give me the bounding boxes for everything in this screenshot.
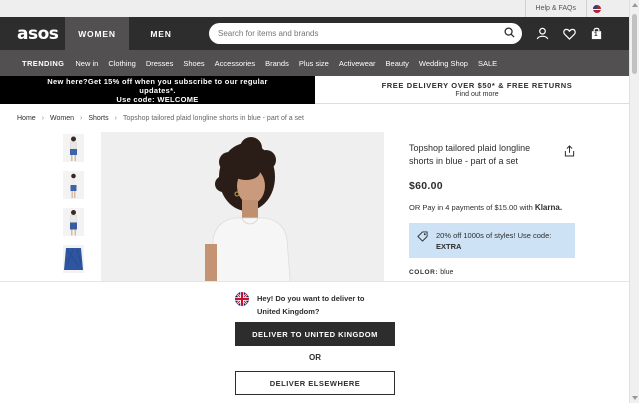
- scroll-up-icon[interactable]: [632, 3, 638, 7]
- nav-item-accessories[interactable]: Accessories: [215, 59, 255, 68]
- color-label: COLOR:: [409, 269, 439, 276]
- bag-count-badge: 1: [594, 31, 598, 38]
- free-delivery-title: FREE DELIVERY OVER $50* & FREE RETURNS: [381, 81, 573, 90]
- chevron-right-icon: ›: [41, 114, 45, 122]
- nav-item-clothing[interactable]: Clothing: [108, 59, 136, 68]
- delivery-question: Hey! Do you want to deliver to United Ki…: [235, 292, 365, 318]
- promo-line-2: updates*.: [139, 86, 176, 95]
- or-divider: OR: [309, 353, 321, 362]
- promo-code-line: Use code: WELCOME: [116, 95, 199, 104]
- offer-text: 20% off 1000s of styles! Use code:: [436, 231, 552, 240]
- nav-item-shoes[interactable]: Shoes: [183, 59, 204, 68]
- main-header: asos WOMEN MEN 1: [0, 17, 639, 50]
- product-thumbnail[interactable]: [63, 171, 84, 199]
- deliver-elsewhere-button[interactable]: DELIVER ELSEWHERE: [235, 371, 395, 395]
- deliver-to-uk-button[interactable]: DELIVER TO UNITED KINGDOM: [235, 322, 395, 346]
- asos-logo[interactable]: asos: [0, 24, 65, 44]
- us-flag-icon: [593, 4, 601, 13]
- chevron-right-icon: ›: [114, 114, 117, 122]
- tab-women[interactable]: WOMEN: [65, 17, 129, 50]
- search-box: [209, 23, 522, 44]
- nav-item-trending[interactable]: TRENDING: [22, 59, 64, 68]
- breadcrumb-current: Topshop tailored plaid longline shorts i…: [122, 114, 304, 122]
- breadcrumb-home[interactable]: Home: [17, 115, 36, 122]
- uk-flag-icon: [235, 292, 249, 306]
- nav-item-new-in[interactable]: New in: [75, 59, 98, 68]
- breadcrumb: Home › Women › Shorts › Topshop tailored…: [0, 104, 639, 132]
- chevron-right-icon: ›: [80, 114, 83, 122]
- search-input[interactable]: [218, 29, 504, 38]
- product-main-image[interactable]: [101, 132, 384, 292]
- klarna-text: OR Pay in 4 payments of $15.00 with: [409, 203, 533, 212]
- nav-item-brands[interactable]: Brands: [265, 59, 289, 68]
- scrollbar-thumb[interactable]: [632, 14, 637, 74]
- breadcrumb-shorts[interactable]: Shorts: [88, 115, 108, 122]
- color-selector: COLOR: blue: [409, 269, 579, 276]
- nav-item-plus-size[interactable]: Plus size: [299, 59, 329, 68]
- help-faqs-link[interactable]: Help & FAQs: [524, 0, 587, 17]
- find-out-more-link[interactable]: Find out more: [315, 91, 639, 98]
- utility-bar: Help & FAQs: [0, 0, 639, 17]
- free-delivery-banner[interactable]: FREE DELIVERY OVER $50* & FREE RETURNS F…: [315, 76, 639, 104]
- nav-item-sale[interactable]: SALE: [478, 59, 497, 68]
- offer-code: EXTRA: [436, 242, 462, 251]
- product-price: $60.00: [409, 180, 443, 192]
- question-line-1: Hey! Do you want to deliver to: [257, 294, 365, 303]
- breadcrumb-women[interactable]: Women: [50, 115, 74, 122]
- share-icon[interactable]: [564, 144, 575, 162]
- bag-icon[interactable]: 1: [590, 27, 603, 40]
- nav-item-dresses[interactable]: Dresses: [146, 59, 174, 68]
- page: Help & FAQs asos WOMEN MEN 1: [0, 0, 639, 403]
- product-thumbnail[interactable]: [63, 245, 84, 273]
- promo-line-1: New here?Get 15% off when you subscribe …: [47, 77, 268, 86]
- page-scrollbar[interactable]: [629, 0, 639, 403]
- tag-icon: [417, 231, 428, 251]
- header-icons: 1: [536, 27, 603, 40]
- account-icon[interactable]: [536, 27, 549, 40]
- product-thumbnail[interactable]: [63, 208, 84, 236]
- discount-offer-banner: 20% off 1000s of styles! Use code: EXTRA: [409, 223, 575, 258]
- delivery-country-modal: Hey! Do you want to deliver to United Ki…: [0, 281, 629, 403]
- klarna-logo: Klarna.: [534, 203, 563, 212]
- nav-item-activewear[interactable]: Activewear: [339, 59, 376, 68]
- wishlist-icon[interactable]: [563, 28, 576, 40]
- klarna-installments[interactable]: OR Pay in 4 payments of $15.00 with Klar…: [409, 203, 579, 212]
- tab-men[interactable]: MEN: [129, 17, 193, 50]
- subscribe-promo-banner[interactable]: New here?Get 15% off when you subscribe …: [0, 76, 315, 104]
- promo-banners: New here?Get 15% off when you subscribe …: [0, 76, 639, 104]
- product-title: Topshop tailored plaid longline shorts i…: [409, 143, 531, 166]
- category-nav: TRENDING New in Clothing Dresses Shoes A…: [0, 50, 639, 76]
- color-value: blue: [440, 269, 454, 276]
- product-info: Topshop tailored plaid longline shorts i…: [409, 142, 579, 276]
- search-icon[interactable]: [504, 25, 515, 43]
- region-selector[interactable]: [587, 4, 607, 13]
- nav-item-wedding-shop[interactable]: Wedding Shop: [419, 59, 468, 68]
- product-thumbnail[interactable]: [63, 134, 84, 162]
- nav-item-beauty[interactable]: Beauty: [386, 59, 409, 68]
- scroll-down-icon[interactable]: [632, 396, 638, 400]
- question-line-2: United Kingdom?: [257, 307, 320, 316]
